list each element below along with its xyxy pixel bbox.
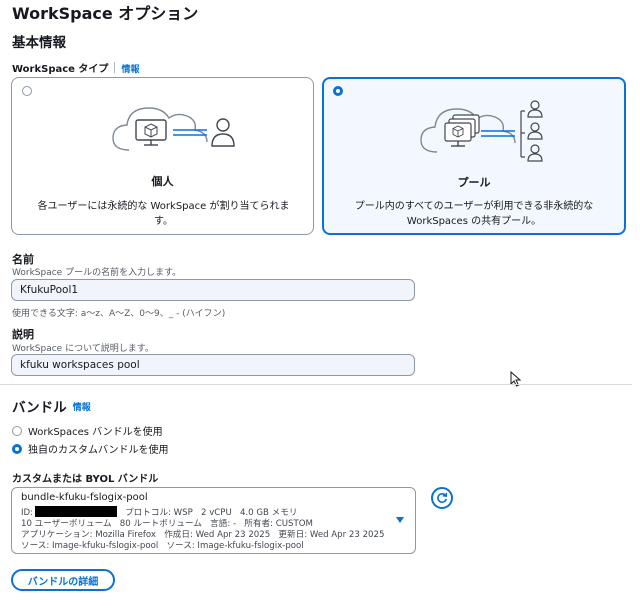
name-description: WorkSpace プールの名前を入力します。 bbox=[12, 268, 182, 278]
card-desc-pool-line1: プール内のすべてのユーザーが利用できる非永続的な bbox=[354, 201, 594, 212]
bundle-line-source: ソース: Image-kfuku-fslogix-pool ソース: Image… bbox=[21, 539, 304, 551]
page-title: WorkSpace オプション bbox=[12, 4, 199, 23]
name-input[interactable]: KfukuPool1 bbox=[11, 279, 415, 301]
pool-illustration-icon bbox=[420, 100, 543, 162]
bundle-details-button[interactable]: バンドルの詳細 bbox=[11, 569, 115, 591]
description-description: WorkSpace について説明します。 bbox=[12, 344, 154, 354]
bundle-option-custom[interactable]: 独自のカスタムバンドルを使用 bbox=[12, 441, 169, 456]
custom-bundle-select[interactable]: bundle-kfuku-fslogix-pool ID: プロトコル: WSP … bbox=[11, 487, 416, 554]
section-title-bundle: バンドル bbox=[12, 400, 67, 416]
radio-personal[interactable] bbox=[22, 86, 32, 96]
radio-pool[interactable] bbox=[333, 86, 343, 96]
section-divider bbox=[0, 384, 632, 385]
workspace-type-label: WorkSpace タイプ bbox=[12, 64, 109, 75]
section-title-basic: 基本情報 bbox=[12, 35, 66, 51]
radio-custom-bundle[interactable] bbox=[12, 443, 22, 454]
divider bbox=[114, 62, 116, 73]
bundle-source-1: ソース: Image-kfuku-fslogix-pool bbox=[21, 541, 159, 551]
bundle-name: bundle-kfuku-fslogix-pool bbox=[21, 492, 148, 503]
description-input[interactable]: kfuku workspaces pool bbox=[11, 354, 415, 376]
caret-down-icon[interactable] bbox=[395, 516, 405, 524]
card-desc-personal-line2: す。 bbox=[154, 216, 173, 227]
workspace-type-card-personal[interactable]: 個人 各ユーザーには永続的な WorkSpace が割り当てられま す。 bbox=[11, 77, 314, 235]
refresh-icon bbox=[437, 492, 448, 503]
card-title-personal: 個人 bbox=[151, 175, 174, 188]
custom-bundle-label: カスタムまたは BYOL バンドル bbox=[12, 474, 159, 485]
workspace-type-card-pool[interactable]: プール プール内のすべてのユーザーが利用できる非永続的な WorkSpaces … bbox=[322, 77, 626, 235]
redacted-id bbox=[35, 506, 118, 517]
personal-illustration-icon bbox=[112, 107, 235, 151]
card-title-pool: プール bbox=[457, 176, 491, 189]
name-constraint-hint: 使用できる文字: a～z、A～Z、0～9、_ - (ハイフン) bbox=[12, 309, 226, 319]
card-desc-pool-line2: WorkSpaces の共有プール。 bbox=[406, 216, 542, 227]
card-desc-personal-line1: 各ユーザーには永続的な WorkSpace が割り当てられま bbox=[37, 201, 290, 212]
card-desc-pool: プール内のすべてのユーザーが利用できる非永続的な WorkSpaces の共有プ… bbox=[324, 199, 624, 229]
bundle-option-workspaces[interactable]: WorkSpaces バンドルを使用 bbox=[12, 423, 163, 438]
description-label: 説明 bbox=[12, 328, 34, 341]
info-link-bundle[interactable]: 情報 bbox=[73, 400, 91, 413]
card-desc-personal: 各ユーザーには永続的な WorkSpace が割り当てられま す。 bbox=[12, 199, 315, 229]
bundle-option-workspaces-label: WorkSpaces バンドルを使用 bbox=[28, 427, 163, 438]
refresh-button[interactable] bbox=[431, 487, 453, 509]
radio-workspaces-bundle[interactable] bbox=[12, 425, 22, 436]
workspace-type-label-row: WorkSpace タイプ 情報 bbox=[12, 60, 139, 75]
bundle-source-2: ソース: Image-kfuku-fslogix-pool bbox=[166, 541, 304, 551]
info-link-workspace-type[interactable]: 情報 bbox=[121, 65, 139, 75]
bundle-header: バンドル 情報 bbox=[12, 396, 91, 416]
bundle-option-custom-label: 独自のカスタムバンドルを使用 bbox=[28, 445, 169, 456]
